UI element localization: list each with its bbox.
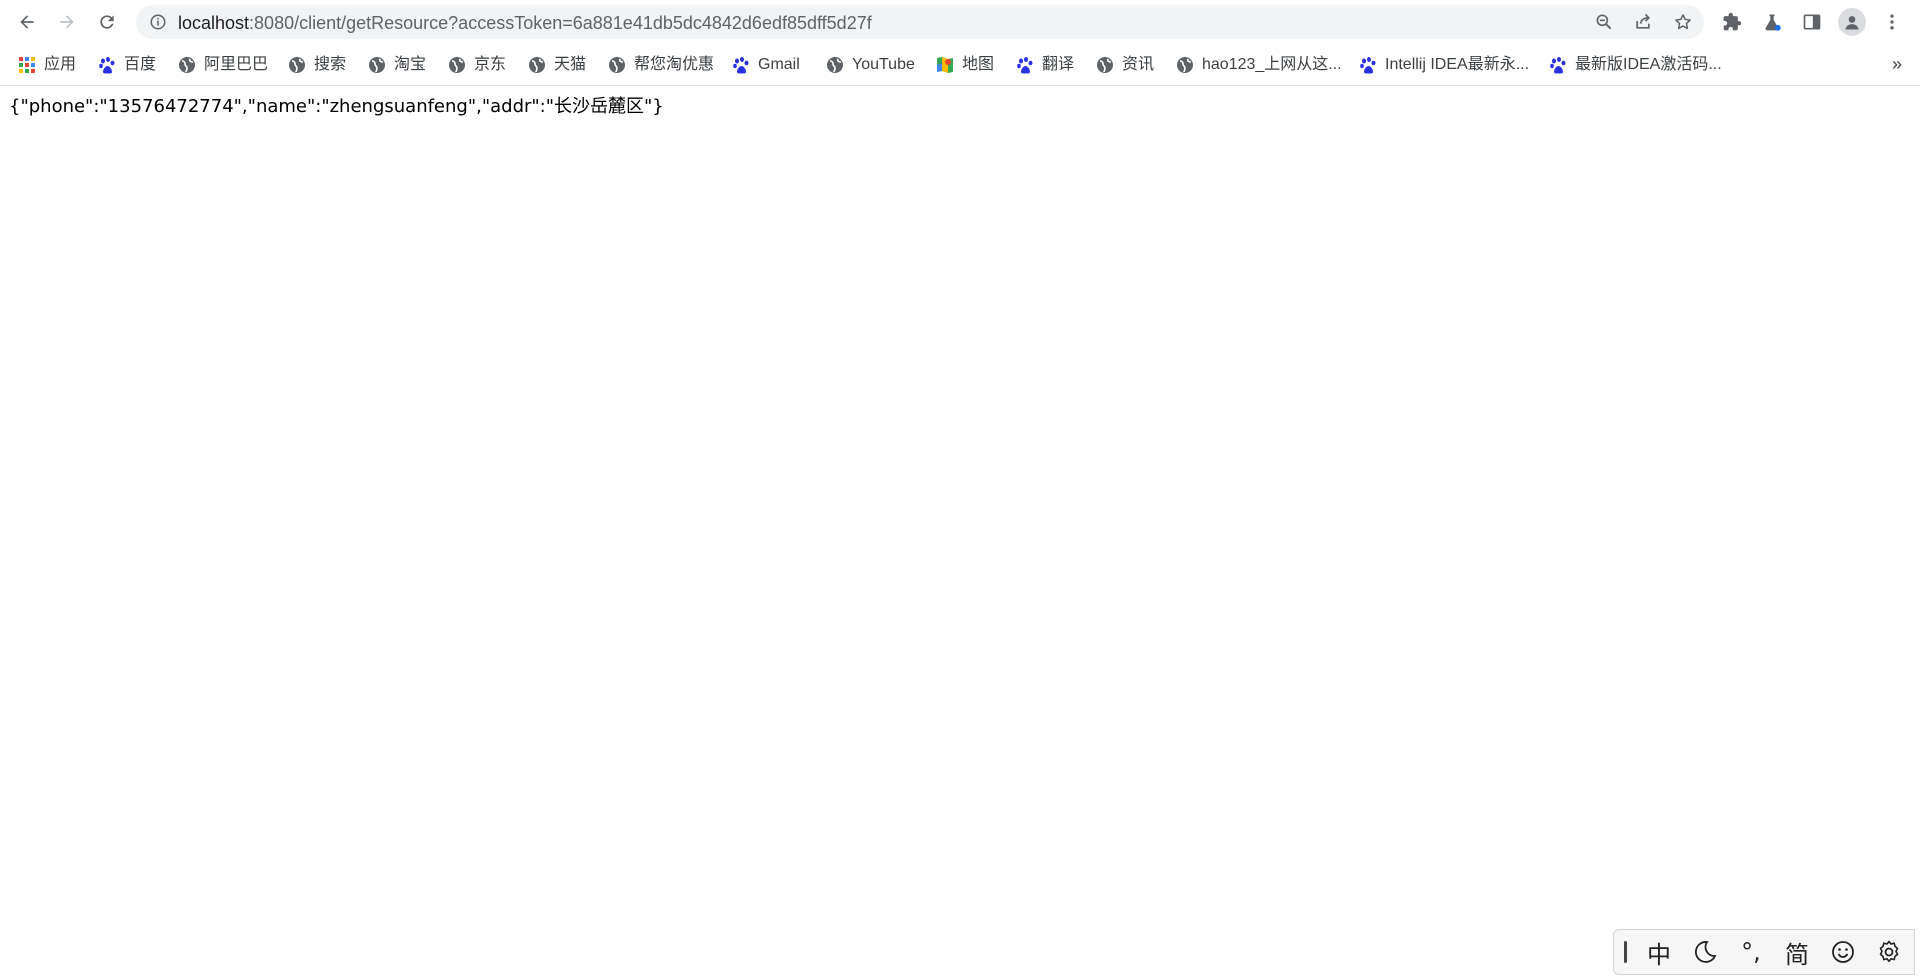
globe-icon bbox=[1096, 56, 1114, 74]
url-text[interactable]: localhost:8080/client/getResource?access… bbox=[178, 13, 872, 33]
smiley-icon bbox=[1832, 941, 1854, 963]
bookmark-label: 资讯 bbox=[1122, 56, 1155, 73]
bookmark-label: 地图 bbox=[962, 56, 995, 73]
bookmark-label: YouTube bbox=[852, 56, 915, 73]
bookmark-label: 京东 bbox=[474, 56, 507, 73]
share-icon bbox=[1636, 13, 1651, 29]
reload-button[interactable] bbox=[91, 6, 123, 38]
bookmarks-overflow-button[interactable]: » bbox=[1892, 54, 1902, 75]
bookmark-label: Gmail bbox=[758, 56, 800, 73]
apps-grid-icon bbox=[18, 56, 36, 74]
person-icon bbox=[1845, 16, 1859, 30]
bookmark-item[interactable]: 资讯 bbox=[1090, 52, 1160, 78]
side-panel-icon bbox=[1803, 14, 1821, 30]
profile-button[interactable] bbox=[1837, 7, 1867, 37]
bookmark-label: 最新版IDEA激活码... bbox=[1575, 56, 1722, 73]
ime-toolbar: 中 °, 简 bbox=[1613, 929, 1915, 975]
bookmark-item[interactable]: 百度 bbox=[92, 52, 162, 78]
page-content: {"phone":"13576472774","name":"zhengsuan… bbox=[0, 86, 1920, 976]
bookmark-star-button[interactable] bbox=[1670, 9, 1696, 35]
bookmark-item[interactable]: 最新版IDEA激活码... bbox=[1543, 52, 1728, 78]
bookmark-label: 应用 bbox=[44, 56, 77, 73]
more-vert-icon bbox=[1890, 14, 1894, 30]
json-response-text: {"phone":"13576472774","name":"zhengsuan… bbox=[9, 96, 664, 117]
url-host: localhost bbox=[178, 13, 250, 33]
ime-drag-handle[interactable] bbox=[1614, 930, 1636, 974]
bookmark-label: 翻译 bbox=[1042, 56, 1075, 73]
globe-icon bbox=[448, 56, 466, 74]
site-info-icon[interactable] bbox=[148, 12, 168, 32]
reload-icon bbox=[100, 15, 114, 29]
bookmark-item[interactable]: 帮您淘优惠 bbox=[602, 52, 720, 78]
globe-icon bbox=[1176, 56, 1194, 74]
globe-icon bbox=[368, 56, 386, 74]
share-button[interactable] bbox=[1630, 9, 1656, 35]
globe-icon bbox=[826, 56, 844, 74]
bookmark-item[interactable]: Intellij IDEA最新永... bbox=[1353, 52, 1535, 78]
ime-charset-toggle[interactable]: 简 bbox=[1774, 930, 1820, 974]
bookmark-item[interactable]: 淘宝 bbox=[362, 52, 432, 78]
baidu-paw-icon bbox=[732, 56, 750, 74]
baidu-paw-icon bbox=[1016, 56, 1034, 74]
ime-emoji-button[interactable] bbox=[1820, 930, 1866, 974]
bookmark-label: hao123_上网从这... bbox=[1202, 56, 1342, 73]
bookmark-label: 天猫 bbox=[554, 56, 587, 73]
maps-icon bbox=[936, 56, 954, 74]
globe-icon bbox=[178, 56, 196, 74]
forward-button[interactable] bbox=[51, 6, 83, 38]
arrow-left-icon bbox=[20, 15, 34, 29]
bookmark-label: 搜索 bbox=[314, 56, 347, 73]
zoom-out-icon bbox=[1596, 14, 1612, 30]
bookmark-label: Intellij IDEA最新永... bbox=[1385, 56, 1530, 73]
ime-mode-toggle[interactable]: 中 bbox=[1636, 930, 1682, 974]
baidu-paw-icon bbox=[1549, 56, 1567, 74]
ime-theme-button[interactable] bbox=[1682, 930, 1728, 974]
zoom-button[interactable] bbox=[1591, 9, 1617, 35]
ime-punctuation-toggle[interactable]: °, bbox=[1728, 930, 1774, 974]
bookmark-item[interactable]: 阿里巴巴 bbox=[172, 52, 274, 78]
bookmark-label: 帮您淘优惠 bbox=[634, 56, 715, 73]
ime-settings-button[interactable] bbox=[1866, 930, 1912, 974]
bookmarks-bar: 应用 百度 阿里巴巴 搜索 淘宝 京东 天猫 帮您淘优惠 Gmail YouTu… bbox=[0, 44, 1920, 86]
bookmark-label: 淘宝 bbox=[394, 56, 427, 73]
back-button[interactable] bbox=[11, 6, 43, 38]
baidu-paw-icon bbox=[98, 56, 116, 74]
bookmark-label: 百度 bbox=[124, 56, 157, 73]
bookmark-item[interactable]: 地图 bbox=[930, 52, 1000, 78]
labs-button[interactable] bbox=[1757, 7, 1787, 37]
bookmark-item[interactable]: 京东 bbox=[442, 52, 512, 78]
globe-icon bbox=[608, 56, 626, 74]
side-panel-button[interactable] bbox=[1797, 7, 1827, 37]
bookmark-item[interactable]: YouTube bbox=[820, 52, 921, 78]
gear-icon bbox=[1879, 940, 1899, 963]
globe-icon bbox=[528, 56, 546, 74]
star-icon bbox=[1675, 14, 1691, 30]
bookmark-item[interactable]: 天猫 bbox=[522, 52, 592, 78]
avatar bbox=[1838, 8, 1866, 36]
globe-icon bbox=[288, 56, 306, 74]
puzzle-icon bbox=[1723, 12, 1742, 31]
moon-icon bbox=[1695, 941, 1717, 963]
bookmark-item[interactable]: 翻译 bbox=[1010, 52, 1080, 78]
browser-toolbar: localhost:8080/client/getResource?access… bbox=[0, 0, 1920, 44]
extensions-button[interactable] bbox=[1717, 7, 1747, 37]
bookmark-item[interactable]: hao123_上网从这... bbox=[1170, 52, 1348, 78]
bookmark-label: 阿里巴巴 bbox=[204, 56, 269, 73]
bookmark-item[interactable]: 搜索 bbox=[282, 52, 352, 78]
flask-icon bbox=[1765, 14, 1781, 31]
baidu-paw-icon bbox=[1359, 56, 1377, 74]
bookmark-item[interactable]: Gmail bbox=[726, 52, 806, 78]
address-bar[interactable]: localhost:8080/client/getResource?access… bbox=[136, 5, 1704, 39]
bookmark-item[interactable]: 应用 bbox=[12, 52, 82, 78]
menu-button[interactable] bbox=[1877, 7, 1907, 37]
url-path: :8080/client/getResource?accessToken=6a8… bbox=[249, 13, 872, 33]
arrow-right-icon bbox=[60, 15, 74, 29]
